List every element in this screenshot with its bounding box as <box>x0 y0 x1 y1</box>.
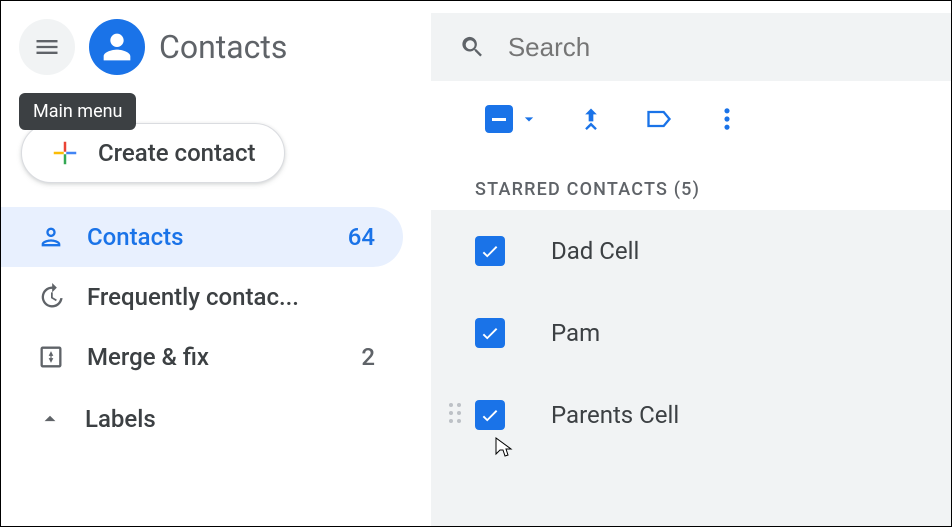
person-outline-icon <box>37 223 65 251</box>
mouse-cursor-icon <box>493 436 513 460</box>
check-icon <box>479 240 501 262</box>
person-icon <box>101 31 133 63</box>
main-menu-button[interactable] <box>19 19 75 75</box>
hamburger-icon <box>33 33 61 61</box>
merge-action-icon[interactable] <box>577 105 605 133</box>
check-icon <box>479 404 501 426</box>
indeterminate-checkbox-icon <box>485 105 513 133</box>
more-actions-icon[interactable] <box>713 105 741 133</box>
nav-frequently-label: Frequently contac... <box>87 283 375 311</box>
nav-labels[interactable]: Labels <box>1 387 431 449</box>
nav-labels-label: Labels <box>85 405 403 433</box>
nav-merge-fix[interactable]: Merge & fix 2 <box>1 327 403 387</box>
contact-row[interactable]: Pam <box>431 292 951 374</box>
contact-row[interactable]: Parents Cell <box>431 374 951 456</box>
nav-merge-count: 2 <box>361 343 375 371</box>
nav-merge-label: Merge & fix <box>87 343 339 371</box>
starred-section-header: STARRED CONTACTS (5) <box>431 155 951 210</box>
nav-contacts-label: Contacts <box>87 223 326 251</box>
contact-checkbox[interactable] <box>475 236 505 266</box>
contact-row[interactable]: Dad Cell <box>431 210 951 292</box>
contact-name: Parents Cell <box>551 401 679 429</box>
search-input[interactable] <box>508 32 923 63</box>
drag-handle-icon[interactable] <box>447 401 463 429</box>
plus-icon <box>50 138 80 168</box>
contact-name: Pam <box>551 319 600 347</box>
dropdown-arrow-icon <box>519 109 539 129</box>
create-contact-label: Create contact <box>98 139 256 167</box>
nav-contacts[interactable]: Contacts 64 <box>1 207 403 267</box>
contact-checkbox[interactable] <box>475 400 505 430</box>
contact-name: Dad Cell <box>551 237 639 265</box>
create-contact-button[interactable]: Create contact <box>21 123 285 183</box>
search-bar[interactable] <box>431 13 951 81</box>
selection-dropdown[interactable] <box>485 105 539 133</box>
label-action-icon[interactable] <box>643 105 675 133</box>
merge-fix-icon <box>37 343 65 371</box>
contact-list: Dad Cell Pam Parents Cell <box>431 210 951 526</box>
main-menu-tooltip: Main menu <box>19 93 136 130</box>
app-logo <box>89 19 145 75</box>
search-icon <box>459 32 486 62</box>
history-icon <box>37 283 65 311</box>
app-title: Contacts <box>159 28 287 66</box>
nav-contacts-count: 64 <box>348 223 375 251</box>
contact-checkbox[interactable] <box>475 318 505 348</box>
nav-frequently-contacted[interactable]: Frequently contac... <box>1 267 403 327</box>
check-icon <box>479 322 501 344</box>
chevron-up-icon <box>37 406 63 432</box>
